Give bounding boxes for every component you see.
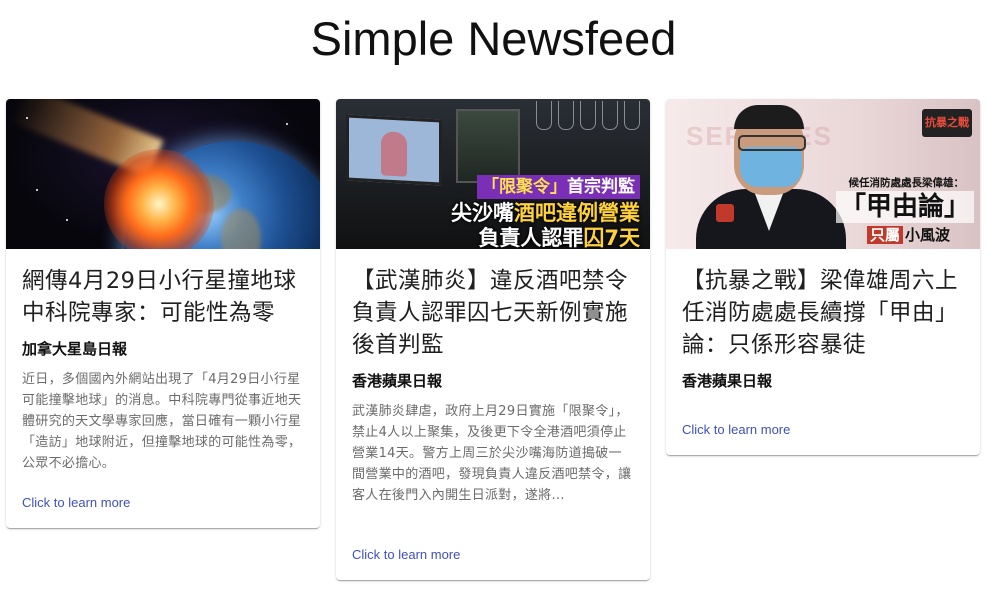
- image-caption-small: 候任消防處處長梁偉雄：: [848, 177, 965, 189]
- card-source: 香港蘋果日報: [352, 372, 443, 390]
- star: [36, 189, 38, 191]
- card-summary: 近日，多個國內外網站出現了「4月29日小行星可能撞擊地球」的消息。中科院專門從事…: [22, 372, 302, 471]
- card-image-bar[interactable]: 「限聚令」首宗判監 尖沙嘴酒吧違例營業 負責人認罪囚7天: [336, 99, 650, 249]
- face-mask-shape: [740, 147, 802, 187]
- learn-more-link[interactable]: Click to learn more: [682, 422, 790, 437]
- learn-more-link[interactable]: Click to learn more: [352, 547, 460, 562]
- image-caption-text: 尖沙嘴: [451, 201, 514, 225]
- news-card: SERVICES 抗暴之戰 候任消防處處長梁偉雄： 「甲由論」 只屬小風波 【抗…: [666, 99, 980, 455]
- card-summary: 武漢肺炎肆虐，政府上月29日實施「限聚令」，禁止4人以上聚集，及後更下令全港酒吧…: [352, 404, 632, 503]
- wine-glass: [580, 101, 596, 130]
- hair-shape: [734, 105, 804, 129]
- impact-flare: [104, 149, 214, 249]
- programme-logo: 抗暴之戰: [922, 109, 972, 137]
- glasses-shape: [738, 135, 806, 151]
- tv-person-shape: [381, 131, 407, 177]
- star: [286, 123, 288, 125]
- uniform-patch: [716, 204, 734, 222]
- card-source: 加拿大星島日報: [22, 340, 128, 358]
- image-caption-text: 小風波: [904, 226, 950, 244]
- image-caption-text: 負責人認罪: [478, 226, 584, 249]
- image-tag-text: 首宗判監: [567, 177, 635, 197]
- tv-screen: [346, 114, 442, 186]
- wine-glass: [558, 101, 574, 130]
- image-caption-line: 負責人認罪囚7天: [478, 225, 640, 249]
- card-source: 香港蘋果日報: [682, 372, 773, 390]
- wine-glass: [624, 101, 640, 130]
- card-headline[interactable]: 網傳4月29日小行星撞地球中科院專家：可能性為零: [22, 265, 304, 329]
- card-headline[interactable]: 【抗暴之戰】梁偉雄周六上任消防處處長續撐「甲由」論：只係形容暴徒: [682, 265, 964, 361]
- image-caption-line: 只屬 小風波: [866, 225, 950, 245]
- news-card: 網傳4月29日小行星撞地球中科院專家：可能性為零 加拿大星島日報 近日，多個國內…: [6, 99, 320, 528]
- learn-more-link[interactable]: Click to learn more: [22, 495, 130, 510]
- card-image-earth[interactable]: [6, 99, 320, 249]
- page-title: Simple Newsfeed: [310, 12, 677, 65]
- card-image-officer[interactable]: SERVICES 抗暴之戰 候任消防處處長梁偉雄： 「甲由論」 只屬小風波: [666, 99, 980, 249]
- image-tag: 「限聚令」首宗判監: [477, 175, 640, 199]
- bar-window: [456, 109, 520, 183]
- image-caption-line: 尖沙嘴酒吧違例營業: [451, 200, 640, 226]
- card-headline[interactable]: 【武漢肺炎】違反酒吧禁令負責人認罪囚七天新例實施後首判監: [352, 265, 634, 361]
- image-caption-highlight: 囚7天: [583, 226, 640, 249]
- wine-glass: [602, 101, 618, 130]
- star: [26, 117, 28, 119]
- image-caption-large: 「甲由論」: [835, 191, 974, 223]
- news-card: 「限聚令」首宗判監 尖沙嘴酒吧違例營業 負責人認罪囚7天 【武漢肺炎】違反酒吧禁…: [336, 99, 650, 580]
- image-caption-highlight: 只屬: [866, 226, 903, 244]
- star: [66, 219, 68, 221]
- wine-glass: [536, 101, 552, 130]
- image-caption-highlight: 酒吧違例營業: [514, 201, 640, 225]
- image-tag-highlight: 「限聚令」: [482, 177, 567, 197]
